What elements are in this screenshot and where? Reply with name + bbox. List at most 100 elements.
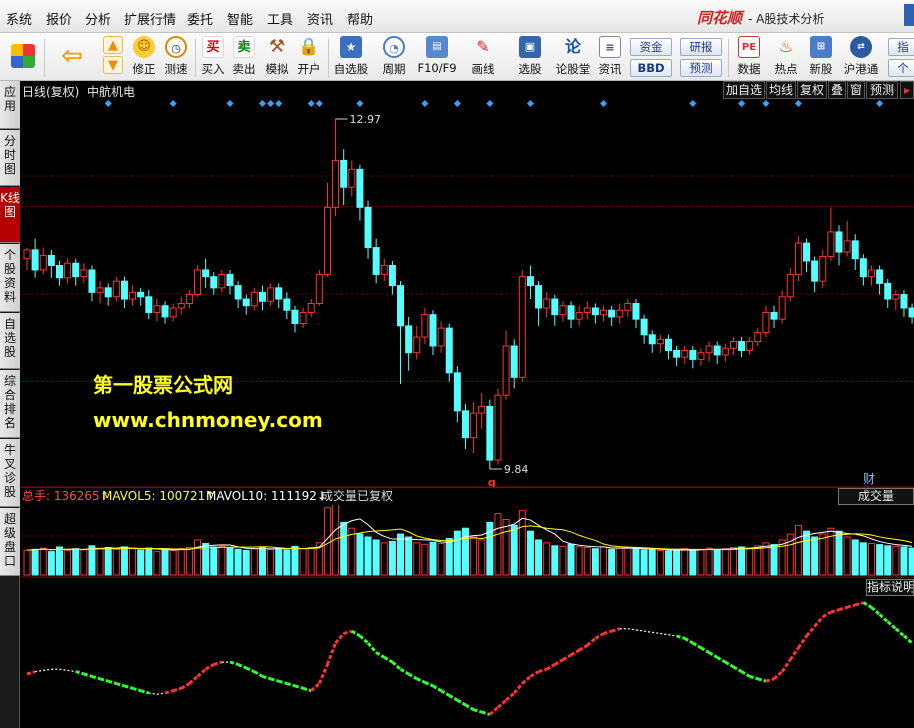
candle-body	[526, 276, 534, 287]
buy-button[interactable]: 买 买入	[200, 36, 226, 78]
mavol10-line	[26, 525, 913, 551]
toolbar: ⇦ ▲ ▼ ☺ 修正 ◷ 测速 买 买入 卖 卖出 ⚒ 模拟 🔒 开户 ★ 自选…	[0, 33, 914, 81]
indicator-segment	[156, 692, 166, 695]
chart-menu-icon[interactable]: ▸	[900, 81, 914, 99]
event-marker-icon	[794, 100, 802, 107]
stock-screener-button[interactable]: ▣ 选股	[512, 36, 548, 78]
grid-button[interactable]	[8, 36, 38, 78]
sell-button[interactable]: 卖 卖出	[231, 36, 257, 78]
stock-name: 中航机电	[87, 85, 136, 99]
indicator-segment	[270, 677, 280, 683]
event-marker-icon	[453, 100, 461, 107]
candle-body	[299, 311, 307, 325]
back-button[interactable]: ⇦	[52, 36, 92, 78]
period-button[interactable]: ◔ 周期	[377, 36, 411, 78]
volume-bar	[64, 549, 72, 576]
tab-intraday[interactable]: 分时图	[0, 130, 20, 186]
data-button[interactable]: PE 数据	[735, 36, 763, 78]
indicator-segment	[644, 630, 653, 633]
hotspot-button[interactable]: ♨ 热点	[772, 36, 800, 78]
watchlist-button[interactable]: ★ 自选股	[331, 36, 371, 78]
tab-apps[interactable]: 应用	[0, 81, 20, 129]
volume-bar	[835, 530, 843, 576]
indicator-segment	[732, 665, 743, 673]
volume-bar	[689, 549, 697, 576]
candle-body	[867, 269, 875, 278]
hk-connect-button[interactable]: ⇄ 沪港通	[841, 36, 881, 78]
candle-body	[656, 338, 664, 345]
forecast-button[interactable]: 预测	[680, 59, 722, 77]
moving-average-button[interactable]: 均线	[766, 81, 796, 99]
forum-button[interactable]: 论 论股堂	[553, 36, 593, 78]
overlay-button[interactable]: 叠	[828, 81, 846, 99]
candle-body	[413, 336, 421, 354]
volume-bar	[137, 549, 145, 576]
news-button[interactable]: ≡ 资讯	[596, 36, 624, 78]
fix-button[interactable]: ☺ 修正	[130, 36, 158, 78]
menu-tools[interactable]: 工具	[267, 9, 293, 28]
volume-bar	[794, 524, 802, 576]
event-marker-icon	[738, 100, 746, 107]
indicator-segment	[765, 677, 775, 683]
open-account-button[interactable]: 🔒 开户	[295, 36, 323, 78]
window-control[interactable]	[904, 4, 914, 26]
tab-stock-profile[interactable]: 个股资料	[0, 244, 20, 312]
menu-help[interactable]: 帮助	[347, 9, 373, 28]
draw-line-button[interactable]: ✎ 画线	[466, 36, 500, 78]
menu-extended-quote[interactable]: 扩展行情	[124, 9, 176, 28]
tab-kline[interactable]: K线图	[0, 187, 20, 243]
menu-smart[interactable]: 智能	[227, 9, 253, 28]
volume-bar	[640, 549, 648, 576]
candle-body	[388, 264, 396, 287]
volume-bar	[754, 545, 762, 576]
f10-button[interactable]: ▤ F10/F9	[417, 36, 457, 78]
adjust-rights-button[interactable]: 复权	[797, 81, 827, 99]
tab-rankings[interactable]: 综合排名	[0, 370, 20, 438]
volume-bar	[624, 547, 632, 576]
stock-button[interactable]: 个	[888, 59, 914, 77]
menu-news[interactable]: 资讯	[307, 9, 333, 28]
candle-body	[478, 405, 486, 414]
candle-body	[283, 298, 291, 311]
fund-flow-button[interactable]: 资金	[630, 38, 672, 56]
tab-diagnosis[interactable]: 牛叉诊股	[0, 439, 20, 507]
indicator-segment	[317, 663, 329, 685]
speed-test-button[interactable]: ◷ 测速	[162, 36, 190, 78]
volume-bar	[364, 536, 372, 576]
forecast-chart-button[interactable]: 预测	[866, 81, 898, 99]
candle-body	[315, 273, 323, 305]
volume-tab[interactable]: 成交量	[838, 488, 914, 505]
volume-bar	[445, 537, 453, 576]
menu-trade[interactable]: 委托	[187, 9, 213, 28]
simulate-button[interactable]: ⚒ 模拟	[263, 36, 291, 78]
news-icon: ≡	[599, 36, 621, 58]
page-up-down-button[interactable]: ▲ ▼	[100, 36, 126, 78]
tab-watchlist[interactable]: 自选股	[0, 313, 20, 369]
indicator-segment	[75, 670, 85, 676]
volume-bar	[575, 546, 583, 576]
candle-body	[640, 318, 648, 336]
window-button[interactable]: 窗	[847, 81, 865, 99]
menu-analysis[interactable]: 分析	[85, 9, 111, 28]
menu-system[interactable]: 系统	[6, 9, 32, 28]
high-price-label: 12.97	[350, 113, 382, 126]
add-watchlist-button[interactable]: 加自选	[723, 81, 765, 99]
volume-bar	[859, 542, 867, 576]
candle-body	[819, 256, 827, 282]
research-button[interactable]: 研报	[680, 38, 722, 56]
tab-super-orderbook[interactable]: 超级盘口	[0, 508, 20, 576]
candle-body	[575, 311, 583, 320]
ipo-button[interactable]: ⊞ 新股	[807, 36, 835, 78]
menu-quote[interactable]: 报价	[46, 9, 72, 28]
indicator-segment	[343, 629, 353, 635]
volume-bar	[405, 536, 413, 576]
indicator-segment	[67, 669, 76, 673]
bbd-button[interactable]: BBD	[630, 59, 672, 77]
indicator-segment	[635, 629, 645, 632]
indicator-segment	[172, 686, 182, 693]
indicator-segment	[780, 658, 792, 673]
volume-bar	[664, 550, 672, 576]
indicator-help-tab[interactable]: 指标说明	[866, 579, 914, 596]
index-button[interactable]: 指	[888, 38, 914, 56]
indicator-segment	[334, 632, 345, 645]
